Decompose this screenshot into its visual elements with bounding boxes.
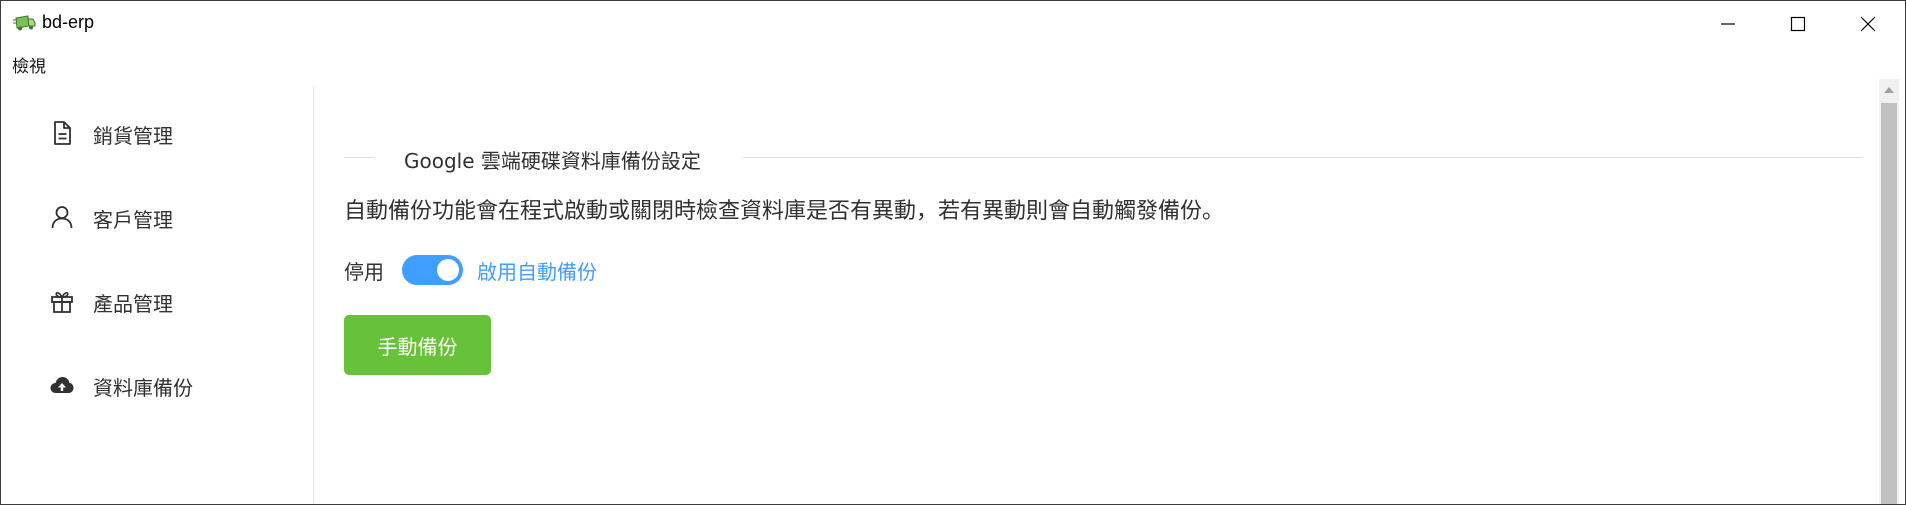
- divider-line: [344, 157, 374, 158]
- manual-backup-button[interactable]: 手動備份: [344, 315, 491, 375]
- vertical-scrollbar[interactable]: [1879, 79, 1899, 504]
- user-icon: [51, 206, 73, 229]
- sidebar-item-sales[interactable]: 銷貨管理: [1, 88, 313, 172]
- sidebar-item-label: 資料庫備份: [93, 376, 193, 400]
- sidebar-item-label: 產品管理: [93, 292, 173, 316]
- app-window: bd-erp 檢視 銷貨管理 客戶管理 產品管理 資料庫備份 Google 雲端…: [0, 0, 1906, 505]
- toggle-knob: [437, 259, 459, 281]
- close-button[interactable]: [1833, 1, 1903, 47]
- main-content: Google 雲端硬碟資料庫備份設定 自動備份功能會在程式啟動或關閉時檢查資料庫…: [315, 79, 1880, 504]
- backup-description: 自動備份功能會在程式啟動或關閉時檢查資料庫是否有異動，若有異動則會自動觸發備份。: [344, 199, 1225, 224]
- scroll-up-button[interactable]: [1879, 79, 1899, 101]
- gift-icon: [51, 292, 73, 313]
- sidebar: 銷貨管理 客戶管理 產品管理 資料庫備份: [1, 87, 314, 504]
- section-title: Google 雲端硬碟資料庫備份設定: [404, 149, 701, 173]
- sidebar-item-database-backup[interactable]: 資料庫備份: [1, 340, 313, 424]
- menu-bar: 檢視: [1, 47, 1905, 79]
- close-icon: [1860, 16, 1876, 32]
- maximize-icon: [1790, 16, 1806, 32]
- chevron-up-icon: [1884, 87, 1894, 93]
- window-title: bd-erp: [42, 12, 95, 32]
- truck-icon: [13, 15, 36, 31]
- maximize-button[interactable]: [1763, 1, 1833, 47]
- sidebar-item-products[interactable]: 產品管理: [1, 256, 313, 340]
- menu-item-view[interactable]: 檢視: [12, 52, 46, 77]
- divider-line: [743, 157, 1863, 158]
- scrollbar-thumb[interactable]: [1881, 103, 1897, 504]
- minimize-icon: [1721, 23, 1735, 25]
- switch-active-label[interactable]: 啟用自動備份: [477, 256, 597, 285]
- section-divider: Google 雲端硬碟資料庫備份設定: [344, 143, 1863, 173]
- switch-inactive-label[interactable]: 停用: [344, 256, 384, 285]
- minimize-button[interactable]: [1693, 1, 1763, 47]
- auto-backup-switch-row: 停用 啟用自動備份: [344, 252, 744, 288]
- document-icon: [54, 121, 71, 145]
- sidebar-item-customers[interactable]: 客戶管理: [1, 172, 313, 256]
- sidebar-item-label: 銷貨管理: [93, 124, 173, 148]
- title-bar[interactable]: bd-erp: [1, 1, 1905, 47]
- sidebar-item-label: 客戶管理: [93, 208, 173, 232]
- auto-backup-toggle[interactable]: [402, 255, 463, 285]
- cloud-upload-icon: [50, 377, 74, 393]
